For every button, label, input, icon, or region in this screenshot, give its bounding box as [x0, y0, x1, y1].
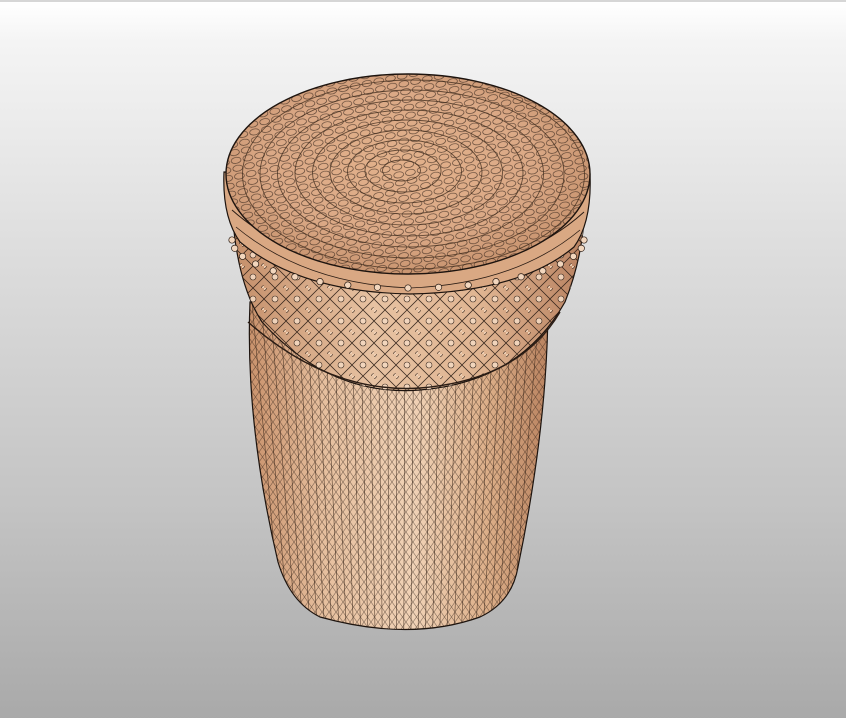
basket-model-icon[interactable]: [0, 2, 846, 718]
model-container: [0, 2, 846, 718]
3d-viewport[interactable]: [0, 0, 846, 718]
